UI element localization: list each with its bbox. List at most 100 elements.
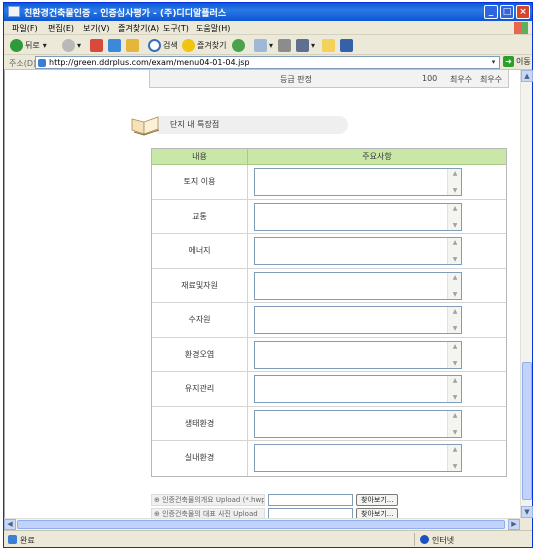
textarea-scrollbar[interactable]: ▲ ▼ — [447, 203, 462, 230]
textarea-scroll-down-icon[interactable]: ▼ — [448, 186, 462, 195]
minimize-button[interactable]: _ — [484, 5, 498, 19]
address-dropdown-icon[interactable]: ▾ — [489, 58, 498, 67]
scroll-up-icon[interactable]: ▲ — [521, 70, 533, 82]
mail-button[interactable]: ▾ — [254, 38, 273, 52]
status-bar: 완료 인터넷 — [4, 530, 532, 547]
browser-window: 친환경건축물인증 - 인증심사평가 - (주)디디알플러스 _ □ × 파일(F… — [3, 2, 533, 548]
row-input-cell: ▲ ▼ — [248, 441, 506, 476]
textarea-scrollbar[interactable]: ▲ ▼ — [447, 445, 461, 471]
edit-button[interactable]: ▾ — [296, 38, 315, 52]
page-content: 등급 판정 100 최우수 최우수 단지 내 특장점 내용 주요사항 토지 이용… — [4, 70, 520, 518]
textarea-scroll-down-icon[interactable]: ▼ — [448, 324, 462, 333]
textarea-scrollbar[interactable]: ▲ ▼ — [447, 169, 461, 195]
toolbar: 뒤로 ▾ ▾ 검색 즐겨찾기 ▾ ▾ — [4, 35, 532, 55]
vertical-scroll-thumb[interactable] — [522, 362, 532, 500]
scroll-down-icon[interactable]: ▼ — [521, 506, 533, 518]
menu-help[interactable]: 도움말(H) — [196, 23, 230, 34]
menu-favorites[interactable]: 즐겨찾기(A) — [118, 23, 159, 34]
notes-textarea[interactable] — [254, 237, 462, 265]
textarea-scroll-up-icon[interactable]: ▲ — [448, 445, 462, 454]
textarea-scroll-up-icon[interactable]: ▲ — [448, 204, 462, 213]
table-body: 토지 이용 ▲ ▼ 교통 ▲ ▼ 에너지 ▲ ▼ 재료및자원 ▲ ▼ 수자원 ▲ ▼ 환경오염 ▲ ▼ 유지관리 ▲ ▼… — [152, 165, 506, 476]
textarea-scrollbar[interactable]: ▲ ▼ — [447, 341, 462, 368]
textarea-scrollbar[interactable]: ▲ ▼ — [447, 307, 461, 333]
notes-textarea[interactable] — [254, 168, 462, 196]
search-button[interactable]: 검색 — [148, 38, 178, 52]
menu-tools[interactable]: 도구(T) — [163, 23, 189, 34]
row-label: 생태환경 — [152, 406, 248, 440]
back-dropdown-icon: ▾ — [42, 40, 47, 50]
textarea-scroll-up-icon[interactable]: ▲ — [448, 376, 462, 385]
textarea-scroll-down-icon[interactable]: ▼ — [448, 462, 462, 471]
forward-button[interactable]: ▾ — [62, 38, 81, 52]
favorites-button[interactable]: 즐겨찾기 — [182, 38, 226, 52]
address-input[interactable]: http://green.ddrplus.com/exam/menu04-01-… — [35, 56, 500, 69]
file-input-overview[interactable] — [268, 494, 353, 506]
textarea-scroll-up-icon[interactable]: ▲ — [448, 238, 462, 247]
textarea-scroll-up-icon[interactable]: ▲ — [448, 169, 462, 178]
textarea-scroll-up-icon[interactable]: ▲ — [448, 411, 462, 420]
history-icon — [232, 38, 245, 52]
print-icon — [278, 38, 291, 52]
menu-file[interactable]: 파일(F) — [12, 23, 38, 34]
row-input-cell: ▲ ▼ — [248, 234, 506, 268]
textarea-scrollbar[interactable]: ▲ ▼ — [447, 272, 462, 299]
row-label: 에너지 — [152, 234, 248, 268]
research-button[interactable] — [340, 38, 355, 52]
file-input-photo[interactable] — [268, 508, 353, 518]
back-button[interactable]: 뒤로 ▾ — [10, 38, 47, 52]
stop-button[interactable] — [90, 38, 105, 52]
textarea-scroll-down-icon[interactable]: ▼ — [448, 428, 462, 437]
status-divider — [414, 533, 415, 546]
zone-text: 인터넷 — [432, 536, 455, 545]
browse-button-photo[interactable]: 찾아보기... — [356, 508, 399, 518]
stop-icon — [90, 38, 103, 52]
table-row: 유지관리 ▲ ▼ — [152, 372, 506, 407]
row-input-cell: ▲ ▼ — [248, 165, 506, 199]
folder-button[interactable] — [322, 38, 337, 52]
address-bar: 주소(D) http://green.ddrplus.com/exam/menu… — [4, 55, 532, 70]
notes-textarea[interactable] — [254, 202, 462, 231]
scroll-right-icon[interactable]: ▶ — [508, 519, 520, 530]
table-row: 재료및자원 ▲ ▼ — [152, 268, 506, 303]
ie-page-icon — [8, 6, 20, 17]
textarea-scroll-down-icon[interactable]: ▼ — [448, 359, 462, 368]
notes-textarea[interactable] — [254, 375, 462, 403]
textarea-scrollbar[interactable]: ▲ ▼ — [447, 410, 462, 437]
menu-view[interactable]: 보기(V) — [83, 23, 109, 34]
close-button[interactable]: × — [516, 5, 530, 19]
notes-textarea[interactable] — [254, 271, 462, 300]
table-row: 환경오염 ▲ ▼ — [152, 337, 506, 372]
title-bar[interactable]: 친환경건축물인증 - 인증심사평가 - (주)디디알플러스 _ □ × — [4, 3, 532, 21]
page-icon — [38, 59, 46, 67]
window-title: 친환경건축물인증 - 인증심사평가 - (주)디디알플러스 — [24, 9, 227, 19]
refresh-button[interactable] — [108, 38, 123, 52]
textarea-scroll-down-icon[interactable]: ▼ — [448, 221, 462, 230]
home-button[interactable] — [126, 38, 141, 52]
horizontal-scrollbar[interactable]: ◀ ▶ — [4, 518, 520, 530]
textarea-scrollbar[interactable]: ▲ ▼ — [447, 376, 461, 402]
go-button[interactable]: ➜ 이동 — [503, 56, 531, 67]
edit-icon — [296, 38, 309, 52]
textarea-scroll-down-icon[interactable]: ▼ — [448, 290, 462, 299]
notes-textarea[interactable] — [254, 340, 462, 369]
textarea-scroll-down-icon[interactable]: ▼ — [448, 393, 462, 402]
row-input-cell: ▲ ▼ — [248, 303, 506, 337]
notes-textarea[interactable] — [254, 409, 462, 438]
textarea-scroll-up-icon[interactable]: ▲ — [448, 342, 462, 351]
notes-textarea[interactable] — [254, 444, 462, 472]
maximize-button[interactable]: □ — [500, 5, 514, 19]
menu-edit[interactable]: 편집(E) — [48, 23, 74, 34]
textarea-scroll-up-icon[interactable]: ▲ — [448, 273, 462, 282]
horizontal-scroll-thumb[interactable] — [17, 520, 505, 529]
history-button[interactable] — [232, 38, 247, 52]
scroll-left-icon[interactable]: ◀ — [4, 519, 16, 530]
vertical-scrollbar[interactable]: ▲ ▼ — [520, 70, 533, 518]
textarea-scrollbar[interactable]: ▲ ▼ — [447, 238, 461, 264]
notes-textarea[interactable] — [254, 306, 462, 334]
row-label: 실내환경 — [152, 441, 248, 476]
print-button[interactable] — [278, 38, 293, 52]
textarea-scroll-up-icon[interactable]: ▲ — [448, 307, 462, 316]
textarea-scroll-down-icon[interactable]: ▼ — [448, 255, 462, 264]
browse-button-overview[interactable]: 찾아보기... — [356, 494, 399, 506]
